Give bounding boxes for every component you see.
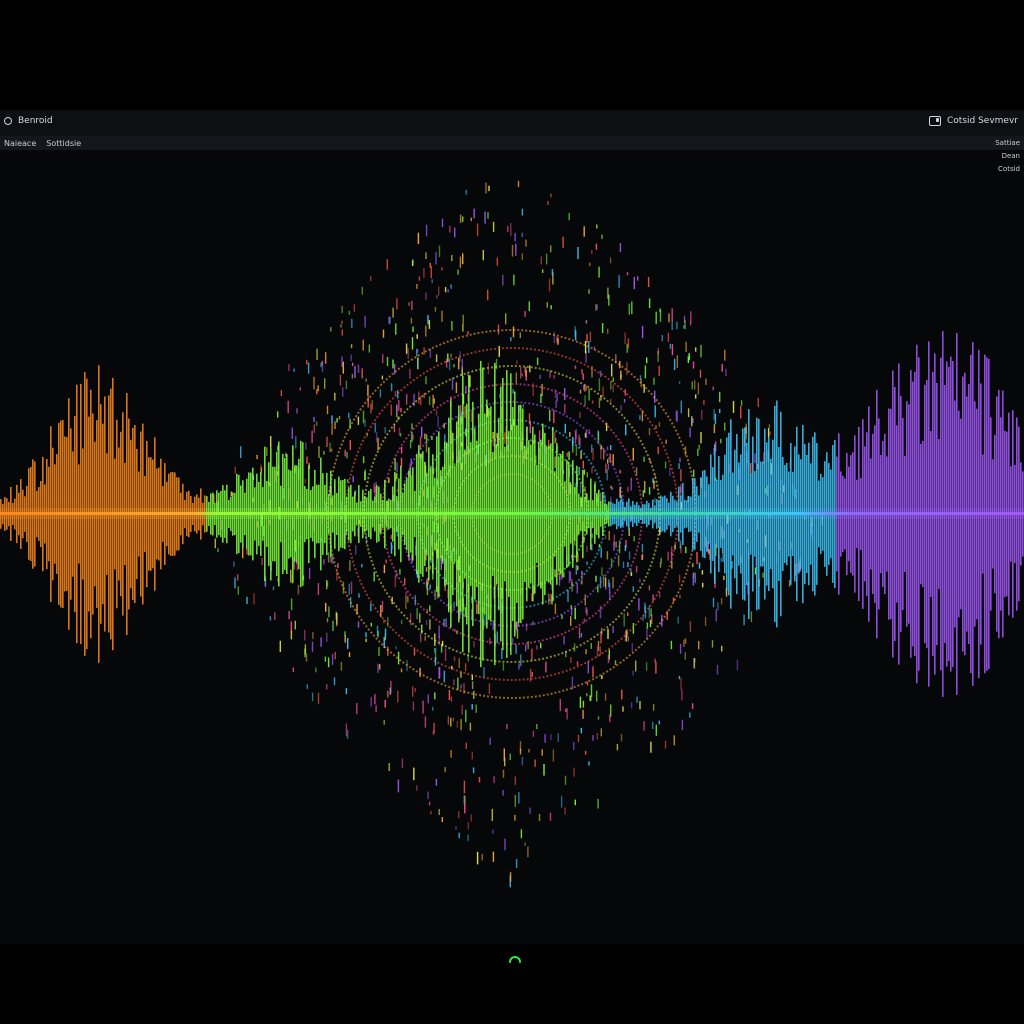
circle-icon[interactable] bbox=[4, 117, 12, 125]
spinner-arc-icon bbox=[509, 956, 521, 963]
menu-item-0[interactable]: Naieace bbox=[4, 139, 36, 148]
toggle-icon[interactable] bbox=[929, 116, 941, 126]
menu-bar: Naieace Sottidsie bbox=[0, 136, 1024, 150]
app-window: Benroid Cotsid Sevmevr Naieace Sottidsie… bbox=[0, 110, 1024, 944]
title-right-label[interactable]: Cotsid Sevmevr bbox=[947, 116, 1018, 126]
title-right: Cotsid Sevmevr bbox=[929, 116, 1018, 126]
letterbox-top bbox=[0, 0, 1024, 110]
menu-item-1[interactable]: Sottidsie bbox=[46, 139, 81, 148]
window-title: Benroid bbox=[18, 116, 53, 126]
side-menu-item-0[interactable]: Sattiae bbox=[993, 138, 1022, 148]
waveform-visualization bbox=[0, 180, 1024, 888]
center-line-glow bbox=[0, 508, 1024, 519]
title-bar: Benroid Cotsid Sevmevr bbox=[0, 110, 1024, 136]
title-left: Benroid bbox=[4, 116, 53, 126]
